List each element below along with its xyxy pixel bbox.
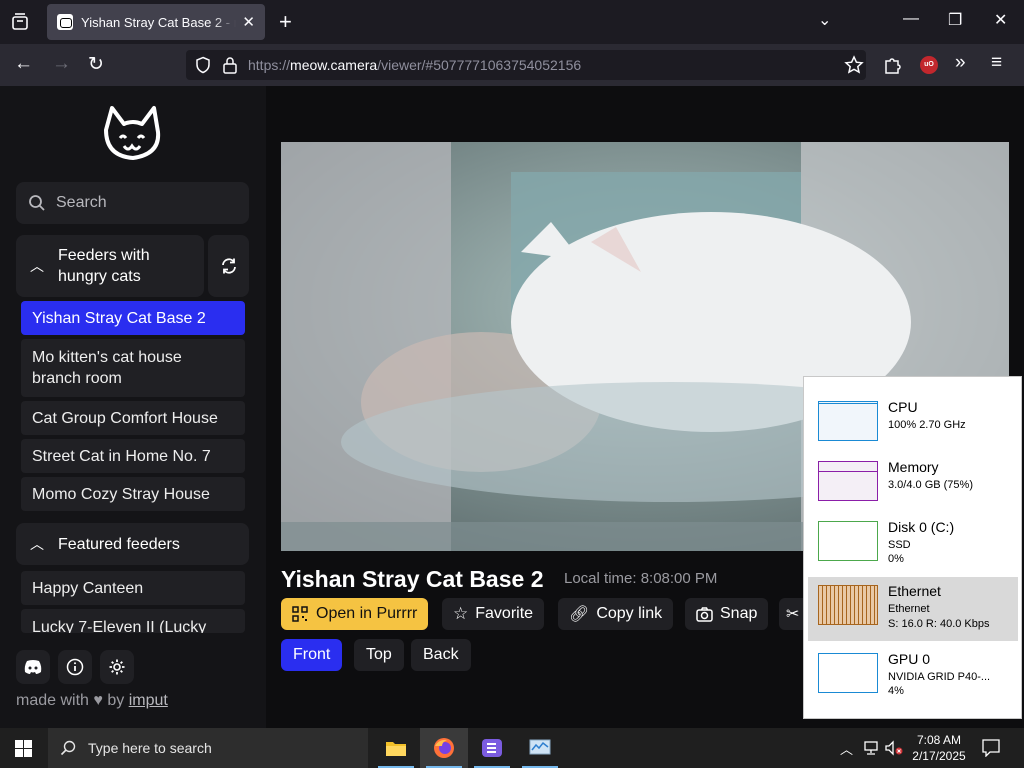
open-in-purrrr-button[interactable]: Open in Purrrr (281, 598, 429, 630)
featured-feeder-item[interactable]: Happy Canteen (21, 571, 245, 605)
maximize-button[interactable]: ❐ (948, 10, 962, 30)
info-button[interactable] (58, 650, 92, 684)
author-link[interactable]: imput (129, 692, 168, 709)
forward-arrow-icon[interactable]: → (52, 53, 71, 75)
disk-graph (818, 521, 878, 561)
search-input[interactable]: Search (16, 182, 249, 224)
taskbar-search-input[interactable]: Type here to search (48, 728, 368, 768)
feeder-item-selected[interactable]: Yishan Stray Cat Base 2 (21, 301, 245, 335)
lock-icon[interactable] (222, 56, 238, 74)
tray-chevron-up-icon[interactable]: ︿ (840, 739, 853, 758)
taskbar-firefox[interactable] (420, 728, 468, 768)
gpu-graph (818, 653, 878, 693)
local-time: Local time: 8:08:00 PM (564, 570, 718, 587)
search-icon (60, 740, 76, 756)
view-back-button[interactable]: Back (411, 639, 471, 671)
taskbar-app-purple[interactable] (468, 728, 516, 768)
clock-date: 2/17/2025 (912, 749, 966, 763)
search-placeholder: Search (56, 194, 107, 211)
feeder-item[interactable]: Cat Group Comfort House (21, 401, 245, 435)
extensions-puzzle-icon[interactable] (884, 55, 902, 75)
windows-start-icon[interactable] (15, 740, 32, 757)
hamburger-menu-icon[interactable]: ≡ (991, 52, 1002, 74)
browser-tab-active[interactable]: Yishan Stray Cat Base 2 - meow.camera ✕ (47, 4, 265, 40)
copy-link-button[interactable]: 🔗︎ Copy link (558, 598, 674, 630)
task-manager-icon (529, 739, 551, 755)
volume-muted-icon[interactable] (884, 740, 904, 756)
notifications-icon[interactable] (982, 739, 1000, 757)
link-icon: 🔗︎ (569, 606, 590, 623)
view-top-button[interactable]: Top (354, 639, 404, 671)
discord-icon (24, 660, 42, 674)
snap-button[interactable]: Snap (685, 598, 769, 630)
chevron-up-icon: ︿ (30, 536, 44, 552)
folder-icon (386, 742, 406, 756)
reload-icon[interactable]: ↻ (88, 53, 104, 76)
bookmark-star-icon[interactable] (844, 55, 864, 75)
tab-close-icon[interactable]: ✕ (242, 13, 255, 31)
feeder-item[interactable]: Momo Cozy Stray House (21, 477, 245, 511)
overflow-menu-icon[interactable]: » (955, 52, 966, 74)
qr-code-icon (292, 606, 308, 622)
search-icon (29, 195, 45, 211)
tm-row-memory[interactable]: Memory 3.0/4.0 GB (75%) (808, 453, 1018, 517)
tab-list-icon[interactable] (8, 10, 32, 34)
firefox-icon (434, 738, 454, 758)
tab-overflow-chevron-icon[interactable]: ⌄ (818, 10, 831, 30)
star-icon: ☆ (453, 604, 469, 623)
featured-feeder-item[interactable]: Lucky 7-Eleven II (Lucky (21, 609, 245, 633)
made-with-credit: made with ♥ by imput (16, 692, 168, 709)
camera-title: Yishan Stray Cat Base 2 (281, 566, 544, 592)
meow-camera-logo[interactable] (98, 102, 168, 166)
sidebar: Search ︿ Feeders with hungry cats Yishan… (0, 86, 266, 728)
browser-tab-strip: Yishan Stray Cat Base 2 - meow.camera ✕ … (0, 0, 1024, 44)
url-text[interactable]: https://meow.camera/viewer/#507777106375… (248, 57, 581, 73)
tm-row-disk[interactable]: Disk 0 (C:) SSD 0% (808, 513, 1018, 577)
task-manager-performance-panel: CPU 100% 2.70 GHz Memory 3.0/4.0 GB (75%… (803, 376, 1022, 719)
discord-button[interactable] (16, 650, 50, 684)
minimize-button[interactable]: — (903, 10, 919, 28)
favorite-button[interactable]: ☆ Favorite (442, 598, 545, 630)
scissors-icon: ✂ (786, 606, 800, 623)
info-icon (66, 658, 84, 676)
refresh-icon (221, 258, 236, 274)
taskbar-file-explorer[interactable] (372, 728, 420, 768)
memory-graph (818, 461, 878, 501)
feeder-item[interactable]: Street Cat in Home No. 7 (21, 439, 245, 473)
network-icon[interactable] (862, 740, 880, 756)
taskbar-task-manager[interactable] (516, 728, 564, 768)
settings-button[interactable] (100, 650, 134, 684)
group-header-hungry-cats[interactable]: ︿ Feeders with hungry cats (16, 235, 204, 297)
camera-icon (696, 606, 713, 622)
address-bar[interactable]: https://meow.camera/viewer/#507777106375… (186, 50, 866, 80)
windows-taskbar: Type here to search ︿ 7:08 AM 2/17/2025 (0, 728, 1024, 768)
view-front-button[interactable]: Front (281, 639, 343, 671)
group-label-hungry-cats: Feeders with hungry cats (58, 247, 150, 285)
back-arrow-icon[interactable]: ← (14, 53, 33, 75)
cpu-graph (818, 401, 878, 441)
ethernet-graph (818, 585, 878, 625)
clock-time: 7:08 AM (916, 733, 962, 747)
close-window-button[interactable]: ✕ (994, 10, 1007, 30)
group-header-featured[interactable]: ︿ Featured feeders (16, 523, 249, 565)
tm-row-cpu[interactable]: CPU 100% 2.70 GHz (808, 393, 1018, 457)
navigation-bar: ← → ↻ https://meow.camera/viewer/#507777… (0, 44, 1024, 86)
purple-app-icon (482, 739, 502, 757)
heart-icon: ♥ (93, 692, 103, 709)
tab-favicon-icon (57, 14, 73, 30)
tab-title: Yishan Stray Cat Base 2 - meow.camera (81, 14, 236, 30)
refresh-button[interactable] (208, 235, 249, 297)
gear-icon (109, 659, 125, 675)
new-tab-button[interactable]: + (279, 9, 292, 35)
system-clock[interactable]: 7:08 AM 2/17/2025 (906, 732, 972, 764)
tm-row-ethernet[interactable]: Ethernet Ethernet S: 16.0 R: 40.0 Kbps (808, 577, 1018, 641)
ublock-origin-icon[interactable]: uO (920, 56, 938, 74)
tm-row-gpu[interactable]: GPU 0 NVIDIA GRID P40-... 4% (808, 645, 1018, 709)
group-label-featured: Featured feeders (58, 535, 180, 553)
chevron-up-icon: ︿ (30, 258, 44, 274)
feeder-item[interactable]: Mo kitten's cat house branch room (21, 339, 245, 397)
shield-icon[interactable] (194, 56, 212, 74)
